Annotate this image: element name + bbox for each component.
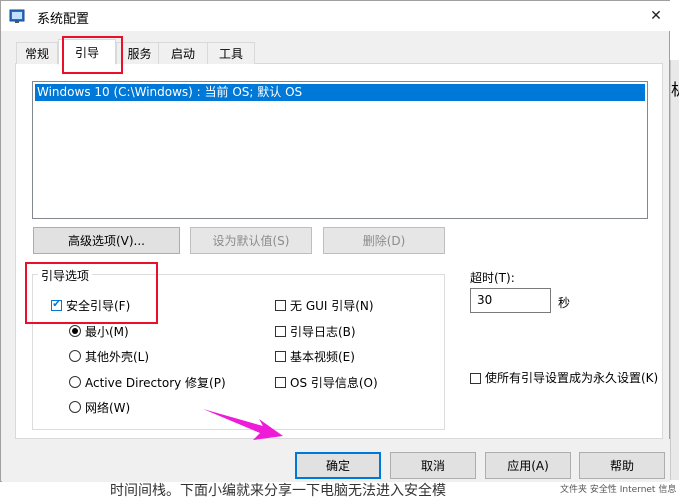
make-permanent-label: 使所有引导设置成为永久设置(K) [485, 371, 659, 385]
help-button[interactable]: 帮助 [579, 452, 665, 479]
safe-boot-highlight [25, 262, 158, 324]
checkbox-icon [470, 373, 481, 384]
tab-label: 服务 [127, 47, 152, 61]
cancel-button[interactable]: 取消 [390, 452, 476, 479]
radio-icon [69, 401, 81, 413]
radio-active-directory-repair[interactable]: Active Directory 修复(P) [69, 374, 226, 390]
boot-log-checkbox[interactable]: 引导日志(B) [275, 323, 356, 339]
window-title: 系统配置 [37, 12, 90, 27]
title-bar[interactable]: 系统配置 ✕ [1, 1, 671, 31]
tab-services[interactable]: 服务 [116, 42, 163, 64]
tab-tools[interactable]: 工具 [207, 42, 255, 64]
background-article: 时间间栈。下面小编就来分享一下电脑无法进入安全模 文件夹 安全性 Interne… [0, 480, 679, 497]
checkbox-label: OS 引导信息(O) [290, 375, 378, 390]
make-permanent-checkbox[interactable]: 使所有引导设置成为永久设置(K) [470, 370, 660, 386]
background-window-edge: 机 [670, 60, 679, 497]
checkbox-label: 无 GUI 引导(N) [290, 298, 374, 313]
base-video-checkbox[interactable]: 基本视频(E) [275, 348, 355, 364]
tab-label: 常规 [24, 47, 49, 61]
checkbox-icon [275, 299, 286, 311]
checkbox-icon [275, 350, 286, 362]
checkbox-label: 引导日志(B) [290, 324, 356, 339]
radio-label: 最小(M) [85, 324, 129, 339]
radio-label: Active Directory 修复(P) [85, 375, 226, 390]
ok-button[interactable]: 确定 [295, 452, 381, 479]
advanced-options-button[interactable]: 高级选项(V)... [33, 227, 180, 254]
checkbox-label: 基本视频(E) [290, 349, 355, 364]
background-article-text: 时间间栈。下面小编就来分享一下电脑无法进入安全模 [110, 483, 446, 497]
close-button[interactable]: ✕ [643, 5, 669, 27]
radio-selected-icon [69, 325, 81, 337]
close-icon: ✕ [650, 8, 662, 24]
pointer-arrow-icon [203, 409, 283, 440]
timeout-label: 超时(T): [470, 271, 515, 285]
radio-network[interactable]: 网络(W) [69, 399, 130, 415]
background-glyph: 机 [671, 76, 679, 100]
background-toolbar-text: 文件夹 安全性 Internet 信息 [560, 485, 677, 495]
tab-label: 启动 [170, 47, 195, 61]
delete-button[interactable]: 删除(D) [323, 227, 445, 254]
radio-alternate-shell[interactable]: 其他外壳(L) [69, 348, 149, 364]
tab-startup[interactable]: 启动 [158, 42, 208, 64]
timeout-input[interactable]: 30 [470, 288, 551, 313]
radio-label: 网络(W) [85, 400, 131, 415]
boot-entries-list[interactable]: Windows 10 (C:\Windows) : 当前 OS; 默认 OS [32, 81, 648, 219]
radio-label: 其他外壳(L) [85, 349, 150, 364]
radio-icon [69, 350, 81, 362]
os-boot-info-checkbox[interactable]: OS 引导信息(O) [275, 374, 378, 390]
checkbox-icon [275, 325, 286, 337]
tab-general[interactable]: 常规 [16, 42, 58, 64]
checkbox-icon [275, 376, 286, 388]
msconfig-window: 系统配置 ✕ 常规 引导 服务 启动 工具 Windows 10 (C:\Win… [0, 0, 671, 482]
seconds-unit-label: 秒 [558, 296, 571, 310]
set-default-button[interactable]: 设为默认值(S) [190, 227, 312, 254]
tab-label: 工具 [218, 47, 243, 61]
radio-icon [69, 376, 81, 388]
apply-button[interactable]: 应用(A) [485, 452, 571, 479]
radio-minimal[interactable]: 最小(M) [69, 323, 129, 339]
boot-entry[interactable]: Windows 10 (C:\Windows) : 当前 OS; 默认 OS [35, 84, 645, 101]
boot-tab-highlight [62, 36, 123, 74]
msconfig-icon [9, 9, 25, 23]
no-gui-boot-checkbox[interactable]: 无 GUI 引导(N) [275, 297, 374, 313]
